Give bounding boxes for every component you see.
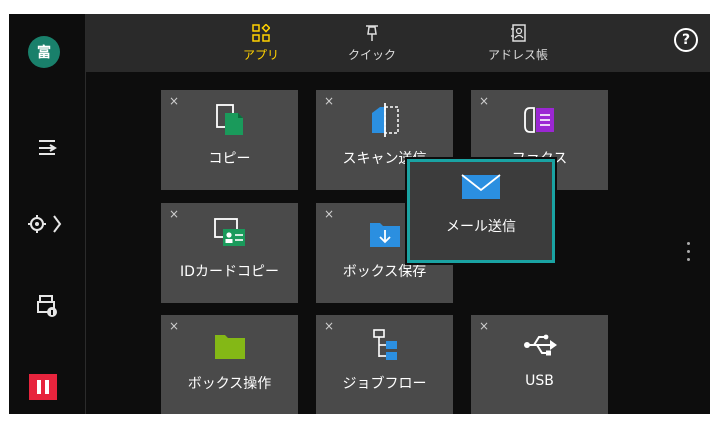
left-rail: 富 xyxy=(9,14,85,414)
device-info-icon[interactable] xyxy=(9,286,85,326)
device-screen: 富 アプリ クイック アドレス帳 ? × コピー × スキャン送信 × × ID… xyxy=(9,14,710,414)
usb-icon xyxy=(471,327,608,363)
help-button[interactable]: ? xyxy=(674,28,698,52)
app-tile-id-card-copy[interactable]: × IDカードコピー xyxy=(161,203,298,303)
id-card-copy-icon xyxy=(161,215,298,251)
pause-button[interactable] xyxy=(29,374,57,400)
fax-icon xyxy=(471,102,608,138)
box-operation-icon xyxy=(161,327,298,363)
apps-grid-icon xyxy=(252,23,270,42)
mail-icon xyxy=(410,172,552,204)
app-tile-mail-send-dragging[interactable]: メール送信 xyxy=(407,159,555,263)
avatar[interactable]: 富 xyxy=(28,36,60,68)
copy-icon xyxy=(161,102,298,138)
app-tile-copy[interactable]: × コピー xyxy=(161,90,298,190)
tab-quick[interactable]: クイック xyxy=(327,14,417,72)
pin-icon xyxy=(366,24,378,41)
rail-divider xyxy=(85,14,86,414)
app-tile-box-operation[interactable]: × ボックス操作 xyxy=(161,315,298,414)
app-tile-job-flow[interactable]: × ジョブフロー xyxy=(316,315,453,414)
tile-label: コピー xyxy=(208,151,251,167)
tile-label: メール送信 xyxy=(446,219,516,235)
top-bar: アプリ クイック アドレス帳 ? xyxy=(86,14,710,72)
tile-label: ボックス操作 xyxy=(187,376,272,392)
settings-gear-icon[interactable] xyxy=(9,204,85,244)
more-options-icon[interactable] xyxy=(687,242,691,266)
tile-label: ボックス保存 xyxy=(342,264,427,280)
tile-label: USB xyxy=(525,373,554,389)
app-tile-usb[interactable]: × USB xyxy=(471,315,608,414)
job-status-icon[interactable] xyxy=(9,127,85,167)
tab-address-book[interactable]: アドレス帳 xyxy=(473,14,563,72)
job-flow-icon xyxy=(316,327,453,363)
tab-apps[interactable]: アプリ xyxy=(216,14,306,72)
scan-send-icon xyxy=(316,102,453,138)
address-book-icon xyxy=(511,23,526,42)
tile-label: IDカードコピー xyxy=(180,264,279,280)
tile-label: ジョブフロー xyxy=(342,376,427,392)
